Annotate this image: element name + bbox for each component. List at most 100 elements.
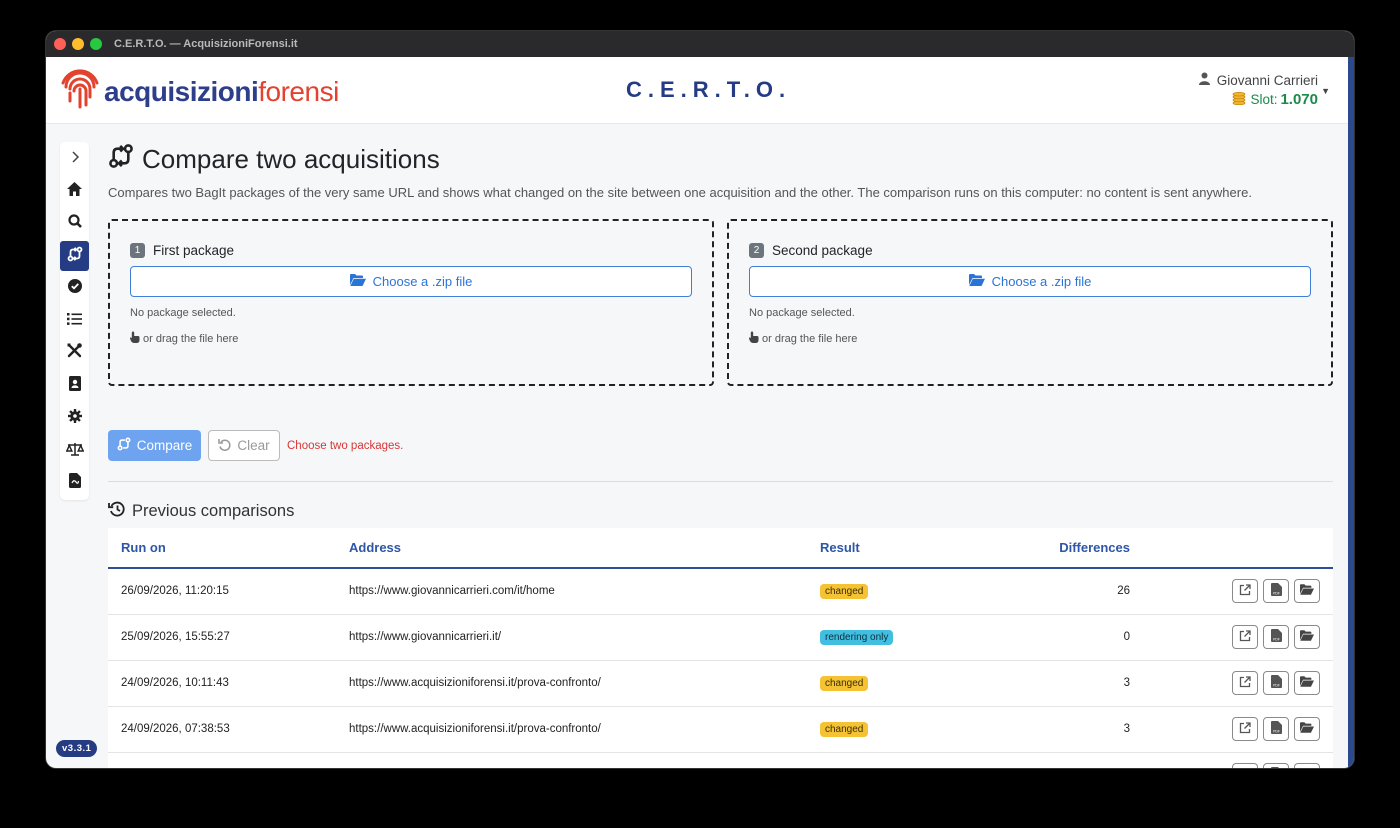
pdf-report-button[interactable]: PDF (1263, 579, 1289, 604)
open-external-button[interactable] (1232, 671, 1258, 695)
sidebar-item-report[interactable] (60, 468, 89, 498)
compare-button[interactable]: Compare (108, 430, 201, 461)
table-row: 24/09/2026, 10:11:43 https://www.acquisi… (108, 660, 1333, 707)
col-actions (1130, 528, 1333, 569)
gear-icon (67, 408, 82, 428)
pdf-report-button[interactable]: PDF (1263, 717, 1289, 741)
result-badge: changed (820, 675, 869, 691)
open-external-button[interactable] (1232, 763, 1258, 768)
folder-open-icon (1300, 722, 1314, 736)
differences-cell: 3 (970, 752, 1130, 768)
sidebar-item-compare[interactable] (60, 241, 89, 271)
result-cell: changed (820, 752, 970, 768)
version-badge: v3.3.1 (56, 740, 98, 757)
choose-button-label: Choose a .zip file (991, 274, 1092, 289)
file-pdf-icon: PDF (1270, 583, 1282, 599)
address-cell: https://www.giovannicarrieri.it/ (349, 614, 820, 661)
result-cell: rendering only (820, 614, 970, 661)
open-folder-button[interactable] (1294, 579, 1320, 604)
folder-open-icon (1300, 584, 1314, 598)
second-package-dropzone[interactable]: 2 Second package Choose a .zip file No p… (727, 219, 1333, 386)
result-badge: changed (820, 721, 869, 737)
window-edge-accent (1348, 57, 1354, 768)
sidebar-item-legal[interactable] (60, 436, 89, 466)
package-label: Second package (772, 243, 873, 258)
open-folder-button[interactable] (1294, 717, 1320, 741)
run-on-cell: 24/09/2026, 10:11:43 (108, 660, 349, 707)
row-actions-cell: PDF (1130, 752, 1333, 768)
package-label: First package (153, 243, 235, 258)
run-on-cell: 24/09/2026, 07:25:31 (108, 752, 349, 768)
page-description: Compares two BagIt packages of the very … (108, 185, 1252, 200)
sidebar-item-settings[interactable] (60, 403, 89, 433)
svg-text:PDF: PDF (1273, 730, 1280, 734)
fingerprint-logo-icon (60, 67, 100, 116)
open-external-button[interactable] (1232, 717, 1258, 741)
sidebar-item-tools[interactable] (60, 338, 89, 368)
user-menu-caret-icon[interactable]: ▼ (1321, 86, 1330, 96)
table-row: 24/09/2026, 07:38:53 https://www.acquisi… (108, 706, 1333, 753)
user-name: Giovanni Carrieri (1216, 72, 1318, 88)
pdf-report-button[interactable]: PDF (1263, 671, 1289, 695)
result-badge: rendering only (820, 629, 894, 645)
history-icon (108, 501, 125, 522)
table-row: 26/09/2026, 11:20:15 https://www.giovann… (108, 568, 1333, 615)
run-on-cell: 24/09/2026, 07:38:53 (108, 706, 349, 753)
choose-first-zip-button[interactable]: Choose a .zip file (130, 266, 692, 297)
home-icon (67, 181, 82, 201)
sidebar-toggle-button[interactable] (60, 144, 89, 174)
open-folder-button[interactable] (1294, 763, 1320, 768)
logo-text-part1: acquisizioni (104, 75, 259, 107)
main-content: Compare two acquisitions Compares two Ba… (108, 141, 1333, 768)
hand-pointer-icon (748, 331, 759, 346)
app-window: C.E.R.T.O. — AcquisizioniForensi.it acqu… (46, 31, 1354, 768)
external-link-icon (1239, 675, 1251, 691)
contact-icon (68, 376, 81, 396)
minimize-window-button[interactable] (72, 38, 84, 50)
pdf-report-button[interactable]: PDF (1263, 625, 1289, 649)
file-pdf-icon: PDF (1270, 629, 1282, 645)
user-menu[interactable]: Giovanni Carrieri Slot: 1.070 ▼ (1198, 72, 1330, 108)
col-address[interactable]: Address (349, 528, 820, 569)
logo: acquisizioniforensi (60, 67, 339, 116)
undo-icon (218, 438, 231, 454)
maximize-window-button[interactable] (90, 38, 102, 50)
compare-icon (67, 246, 83, 267)
package-drop-row: 1 First package Choose a .zip file No pa… (108, 219, 1333, 386)
file-icon (68, 473, 81, 493)
choose-second-zip-button[interactable]: Choose a .zip file (749, 266, 1311, 297)
address-cell: https://www.giovannicarrieri.com/it/home (349, 568, 820, 615)
folder-open-icon (1300, 676, 1314, 690)
pdf-report-button[interactable]: PDF (1263, 763, 1289, 768)
page-title-text: Compare two acquisitions (142, 143, 440, 174)
sidebar-item-contacts[interactable] (60, 371, 89, 401)
first-package-dropzone[interactable]: 1 First package Choose a .zip file No pa… (108, 219, 714, 386)
sidebar-item-verify[interactable] (60, 273, 89, 303)
sidebar-item-home[interactable] (60, 176, 89, 206)
col-differences[interactable]: Differences (970, 528, 1130, 569)
app-header: acquisizioniforensi C.E.R.T.O. Giovanni … (46, 57, 1348, 124)
open-external-button[interactable] (1232, 579, 1258, 604)
open-folder-button[interactable] (1294, 671, 1320, 695)
open-folder-button[interactable] (1294, 625, 1320, 649)
table-row: 25/09/2026, 15:55:27 https://www.giovann… (108, 614, 1333, 661)
result-badge: changed (820, 583, 869, 599)
result-badge: changed (820, 767, 869, 768)
run-on-cell: 26/09/2026, 11:20:15 (108, 568, 349, 615)
run-on-cell: 25/09/2026, 15:55:27 (108, 614, 349, 661)
list-icon (67, 312, 82, 330)
folder-open-icon (1300, 630, 1314, 644)
sidebar-item-search[interactable] (60, 208, 89, 238)
close-window-button[interactable] (54, 38, 66, 50)
col-result[interactable]: Result (820, 528, 970, 569)
step-number: 2 (749, 243, 764, 258)
sidebar-item-list[interactable] (60, 306, 89, 336)
external-link-icon (1239, 721, 1251, 737)
differences-cell: 3 (970, 706, 1130, 753)
clear-button[interactable]: Clear (208, 430, 280, 461)
check-circle-icon (67, 278, 82, 298)
open-external-button[interactable] (1232, 625, 1258, 649)
col-run-on[interactable]: Run on (108, 528, 349, 569)
folder-open-icon (968, 274, 985, 289)
file-pdf-icon: PDF (1270, 721, 1282, 737)
